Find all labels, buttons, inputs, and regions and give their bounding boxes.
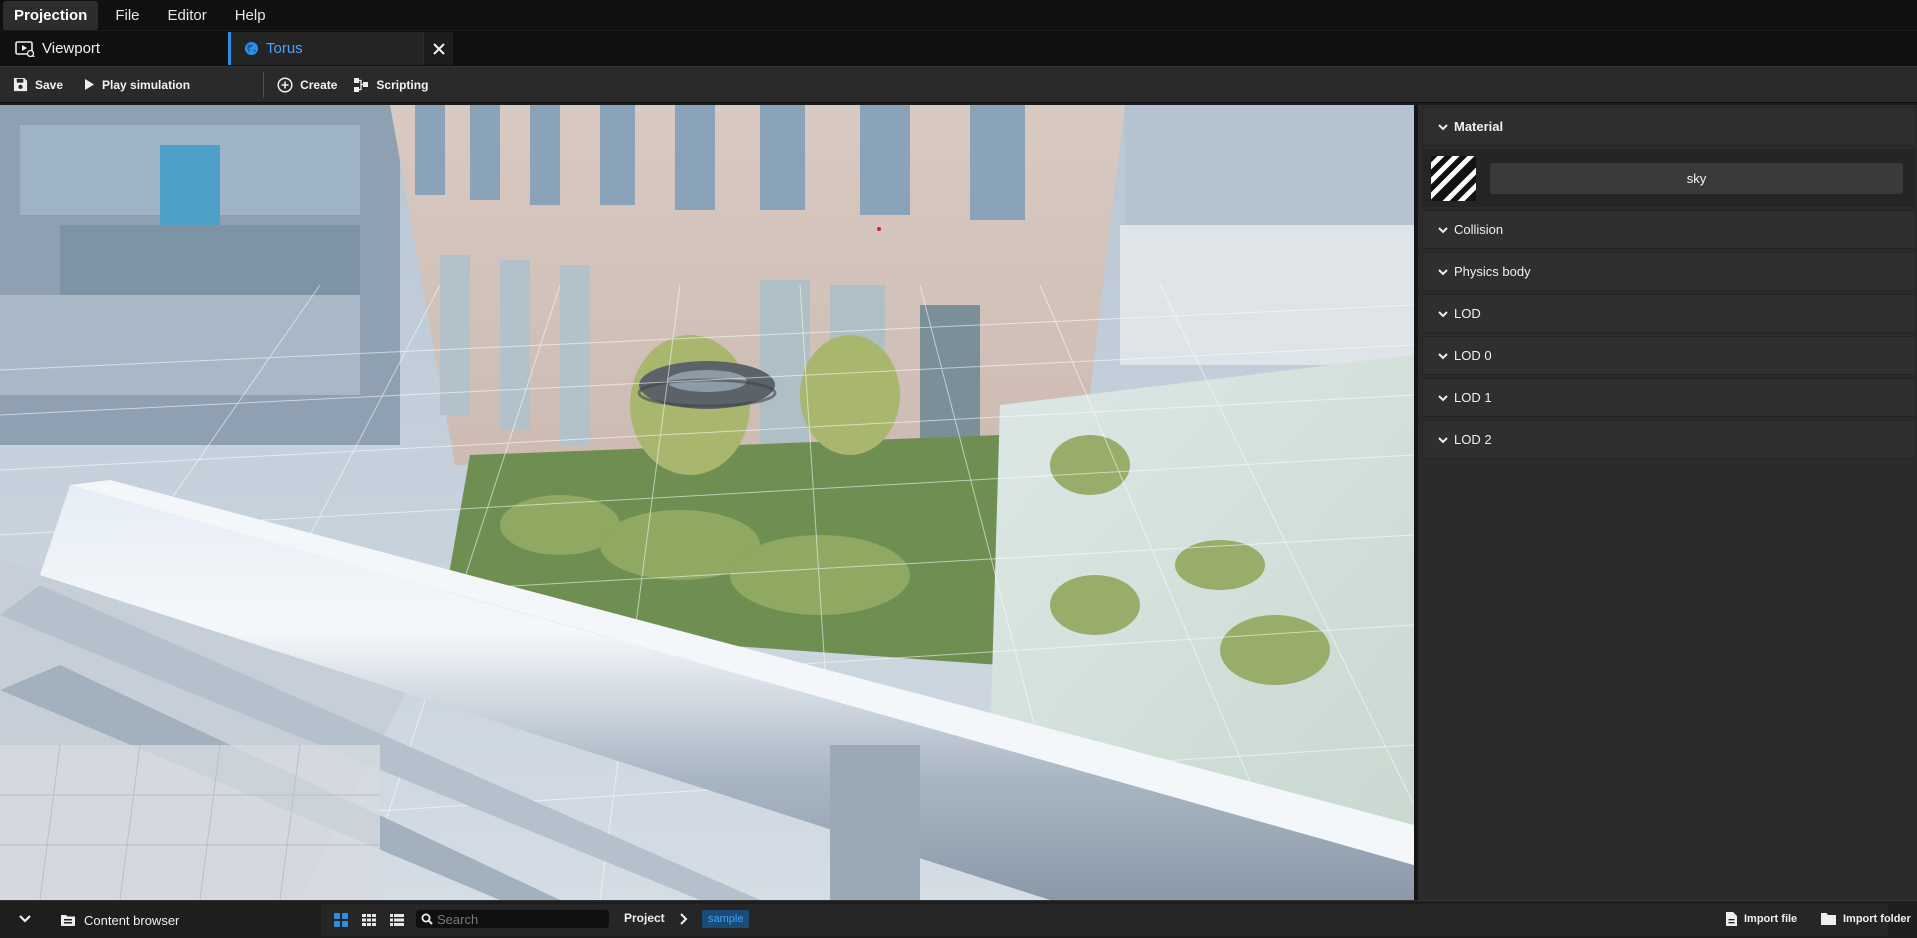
tab-torus[interactable]: Torus xyxy=(228,32,453,65)
play-icon xyxy=(85,79,95,90)
tab-torus-label: Torus xyxy=(266,40,303,57)
viewport-icon xyxy=(15,40,35,57)
torus-object[interactable] xyxy=(637,361,777,409)
search-field[interactable] xyxy=(416,910,609,928)
save-button[interactable]: Save xyxy=(13,77,63,92)
node-graph-icon xyxy=(354,77,369,92)
folder-browser-icon xyxy=(61,915,75,926)
scripting-label: Scripting xyxy=(376,77,429,92)
menu-editor[interactable]: Editor xyxy=(157,1,218,30)
create-button[interactable]: Create xyxy=(277,76,338,93)
section-lod-0[interactable]: LOD 0 xyxy=(1422,336,1916,375)
section-label: Collision xyxy=(1454,222,1504,237)
chevron-down-icon xyxy=(1438,268,1448,275)
scripting-button[interactable]: Scripting xyxy=(353,77,428,93)
viewport-tab-label: Viewport xyxy=(42,40,101,57)
grid-small-icon[interactable] xyxy=(361,912,377,928)
breadcrumb-sample[interactable]: sample xyxy=(702,910,750,928)
close-icon xyxy=(432,42,445,55)
breadcrumb-project[interactable]: Project xyxy=(624,911,665,925)
scene-render xyxy=(0,105,1414,900)
menu-bar: Projection File Editor Help xyxy=(0,0,1917,31)
section-label: LOD 2 xyxy=(1454,432,1492,447)
section-label: Physics body xyxy=(1454,264,1531,279)
properties-panel: Material sky Collision Physics body LOD xyxy=(1418,105,1917,900)
play-simulation-label: Play simulation xyxy=(102,77,191,92)
save-label: Save xyxy=(35,77,64,92)
scene-viewport[interactable] xyxy=(0,105,1414,900)
chevron-down-icon[interactable] xyxy=(18,912,32,926)
toolbar: Save Play simulation Create Scripting xyxy=(0,66,1917,103)
close-tab-button[interactable] xyxy=(423,32,453,65)
search-input[interactable] xyxy=(437,911,607,927)
menu-help[interactable]: Help xyxy=(224,1,277,30)
save-icon xyxy=(13,77,28,92)
chevron-down-icon xyxy=(1438,310,1448,317)
content-browser-title[interactable]: Content browser xyxy=(60,901,179,938)
import-folder-label: Import folder xyxy=(1843,913,1911,925)
material-row: sky xyxy=(1422,149,1916,207)
play-simulation-button[interactable]: Play simulation xyxy=(84,78,190,92)
import-file-label: Import file xyxy=(1744,913,1798,925)
chevron-down-icon xyxy=(1438,123,1448,130)
import-folder-button[interactable]: Import folder xyxy=(1820,900,1911,938)
section-label: LOD xyxy=(1454,306,1481,321)
chevron-down-icon xyxy=(1438,226,1448,233)
chevron-down-icon xyxy=(1438,352,1448,359)
list-view-icon[interactable] xyxy=(389,912,405,928)
grid-large-icon[interactable] xyxy=(333,912,349,928)
section-material-label: Material xyxy=(1454,119,1504,134)
add-circle-icon xyxy=(277,76,293,93)
section-collision[interactable]: Collision xyxy=(1422,210,1916,249)
section-label: LOD 0 xyxy=(1454,348,1492,363)
search-icon xyxy=(421,913,433,925)
tab-bar: Viewport Torus xyxy=(0,31,1917,66)
toolbar-divider xyxy=(263,71,265,98)
hatch-pattern-icon xyxy=(1431,155,1476,201)
material-thumbnail[interactable] xyxy=(1431,155,1476,201)
file-icon xyxy=(1726,912,1737,926)
import-file-button[interactable]: Import file xyxy=(1725,900,1797,938)
create-label: Create xyxy=(300,77,338,92)
section-lod[interactable]: LOD xyxy=(1422,294,1916,333)
material-name-field[interactable]: sky xyxy=(1490,162,1903,194)
section-material[interactable]: Material xyxy=(1422,107,1916,146)
content-browser-label: Content browser xyxy=(84,912,180,928)
section-lod-1[interactable]: LOD 1 xyxy=(1422,378,1916,417)
chevron-down-icon xyxy=(1438,394,1448,401)
chevron-down-icon xyxy=(1438,436,1448,443)
globe-icon xyxy=(244,41,259,56)
content-browser-bar: Content browser xyxy=(0,900,1917,938)
menu-projection[interactable]: Projection xyxy=(3,0,99,30)
menu-file[interactable]: File xyxy=(104,1,150,30)
folder-icon xyxy=(1821,913,1836,925)
chevron-right-icon xyxy=(680,913,688,925)
section-physics-body[interactable]: Physics body xyxy=(1422,252,1916,291)
section-lod-2[interactable]: LOD 2 xyxy=(1422,420,1916,459)
section-label: LOD 1 xyxy=(1454,390,1492,405)
viewport-tab[interactable]: Viewport xyxy=(0,31,228,66)
